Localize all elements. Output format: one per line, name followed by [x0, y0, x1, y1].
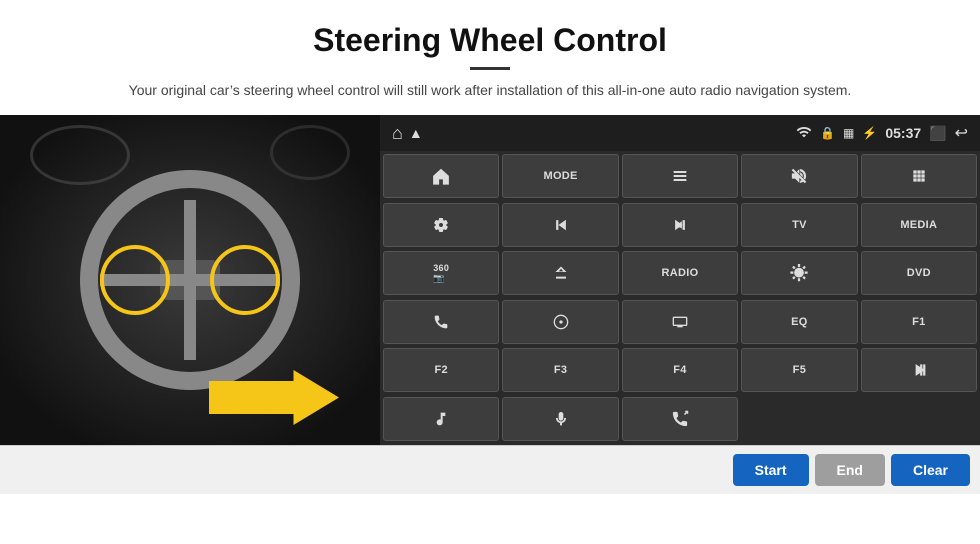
btn-nav[interactable] — [383, 154, 499, 198]
wifi-icon — [796, 124, 812, 143]
sim-icon: ▦ — [843, 126, 854, 140]
btn-f1[interactable]: F1 — [861, 300, 977, 344]
btn-apps[interactable] — [861, 154, 977, 198]
clear-button[interactable]: Clear — [891, 454, 970, 486]
btn-eq[interactable]: EQ — [741, 300, 857, 344]
btn-music[interactable] — [383, 397, 499, 441]
steering-wheel-image — [0, 115, 380, 445]
btn-empty1 — [741, 397, 857, 441]
btn-360[interactable]: 360📷 — [383, 251, 499, 295]
btn-empty2 — [861, 397, 977, 441]
btn-media[interactable]: MEDIA — [861, 203, 977, 247]
btn-phone[interactable] — [383, 300, 499, 344]
bt-icon: ⚡ — [862, 126, 877, 140]
home-icon[interactable]: ⌂ — [392, 123, 403, 144]
btn-screen[interactable] — [622, 300, 738, 344]
nav-icon: ▲ — [409, 125, 423, 141]
end-button[interactable]: End — [815, 454, 885, 486]
btn-brightness[interactable] — [741, 251, 857, 295]
back-icon[interactable]: ↩ — [955, 123, 968, 143]
btn-playpause[interactable] — [861, 348, 977, 392]
btn-dvd[interactable]: DVD — [861, 251, 977, 295]
btn-f5[interactable]: F5 — [741, 348, 857, 392]
btn-f4[interactable]: F4 — [622, 348, 738, 392]
btn-rewind[interactable] — [502, 203, 618, 247]
btn-fastforward[interactable] — [622, 203, 738, 247]
btn-settings[interactable] — [383, 203, 499, 247]
page-title: Steering Wheel Control — [0, 0, 980, 59]
btn-radio[interactable]: RADIO — [622, 251, 738, 295]
btn-mic[interactable] — [502, 397, 618, 441]
panel-topbar: ⌂ ▲ 🔒 ▦ ⚡ 05:37 ⬛ ↩ — [380, 115, 980, 151]
control-panel: ⌂ ▲ 🔒 ▦ ⚡ 05:37 ⬛ ↩ MODE — [380, 115, 980, 445]
button-grid: MODE TV MEDIA 360📷 — [380, 151, 980, 445]
screen-icon: ⬛ — [929, 125, 946, 142]
btn-f2[interactable]: F2 — [383, 348, 499, 392]
btn-tv[interactable]: TV — [741, 203, 857, 247]
title-divider — [470, 67, 510, 70]
lock-icon: 🔒 — [820, 126, 835, 140]
start-button[interactable]: Start — [733, 454, 809, 486]
subtitle: Your original car’s steering wheel contr… — [0, 80, 980, 101]
time-display: 05:37 — [885, 125, 921, 141]
btn-mode[interactable]: MODE — [502, 154, 618, 198]
btn-mute[interactable] — [741, 154, 857, 198]
btn-list[interactable] — [622, 154, 738, 198]
bottom-bar: Start End Clear — [0, 445, 980, 494]
btn-call[interactable] — [622, 397, 738, 441]
btn-f3[interactable]: F3 — [502, 348, 618, 392]
btn-eject[interactable] — [502, 251, 618, 295]
btn-compass[interactable] — [502, 300, 618, 344]
